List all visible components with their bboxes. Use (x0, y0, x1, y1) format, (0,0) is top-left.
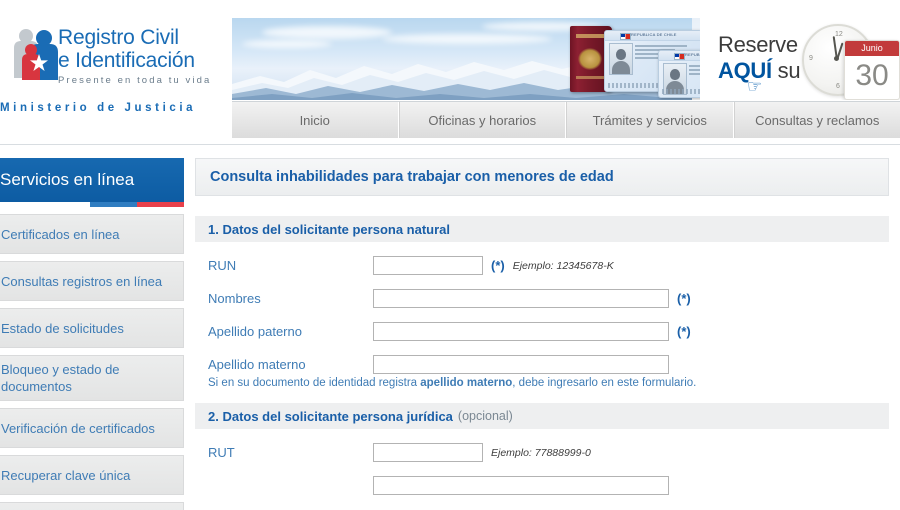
apellido-materno-note: Si en su documento de identidad registra… (195, 377, 889, 389)
page-title-bar: Consulta inhabilidades para trabajar con… (195, 158, 889, 196)
hero-banner[interactable]: REPUBLICA DE CHILE REPUBLICA DE CHILE (232, 18, 900, 100)
label-apellido-paterno: Apellido paterno (208, 324, 302, 339)
rut-example-text: Ejemplo: 77888999-0 (491, 446, 591, 459)
note-prefix: Si en su documento de identidad registra (208, 377, 421, 389)
sidebar-item-verificacion-de-certificados[interactable]: Verificación de certificados (0, 408, 184, 448)
label-rut: RUT (208, 445, 235, 460)
reserve-aqui-text: AQUÍ (718, 58, 772, 83)
nombres-required-mark: (*) (677, 291, 691, 306)
sidebar-accent-bar (0, 202, 184, 207)
sidebar-item-estado-de-solicitudes[interactable]: Estado de solicitudes (0, 308, 184, 348)
nav-tab-tramites-y-servicios[interactable]: Trámites y servicios (566, 102, 734, 138)
chile-flag-icon (620, 33, 631, 40)
main-content: Consulta inhabilidades para trabajar con… (195, 158, 889, 495)
calendar-month-label: Junio (845, 41, 899, 56)
form-row-apellido-paterno: Apellido paterno (*) (195, 322, 889, 341)
page-title: Consulta inhabilidades para trabajar con… (210, 169, 614, 185)
nombres-input[interactable] (373, 289, 669, 308)
sidebar-item-activar-clave-unica[interactable]: Activar clave única (0, 502, 184, 510)
apellido-materno-input[interactable] (373, 355, 669, 374)
nav-tab-consultas-y-reclamos[interactable]: Consultas y reclamos (733, 102, 900, 138)
chile-flag-icon-2 (674, 53, 685, 60)
logo-line-1: Registro Civil (58, 26, 179, 49)
note-suffix: , debe ingresarlo en este formulario. (512, 377, 697, 389)
page-root: Registro Civil e Identificación Presente… (0, 0, 900, 510)
sidebar-title: Servicios en línea (0, 158, 184, 202)
run-example-text: Ejemplo: 12345678-K (512, 259, 614, 272)
accent-red (137, 202, 184, 207)
nav-tab-oficinas-y-horarios[interactable]: Oficinas y horarios (398, 102, 566, 138)
note-bold: apellido materno (420, 377, 513, 389)
id-card-country-text: REPUBLICA DE CHILE (631, 32, 677, 37)
apellido-paterno-required-mark: (*) (677, 324, 691, 339)
section-2-optional-tag: (opcional) (457, 409, 513, 423)
clock-tick-9: 9 (809, 55, 813, 62)
clock-tick-6: 6 (836, 83, 840, 90)
apellido-paterno-input[interactable] (373, 322, 669, 341)
rut-input[interactable] (373, 443, 483, 462)
run-input[interactable] (373, 256, 483, 275)
razon-social-input[interactable] (373, 476, 669, 495)
label-run: RUN (208, 258, 237, 273)
form-row-rut: RUT Ejemplo: 77888999-0 (195, 443, 889, 462)
section-header-persona-juridica: 2. Datos del solicitante persona jurídic… (195, 403, 889, 429)
sidebar: Servicios en línea Certificados en línea… (0, 158, 184, 510)
site-header: Registro Civil e Identificación Presente… (0, 0, 900, 145)
pointing-hand-icon: ☞ (747, 77, 763, 96)
reserve-label-line1: Reserve (718, 32, 798, 57)
clock-center-pin (834, 56, 839, 61)
header-divider (0, 144, 900, 145)
id-card-photo (609, 43, 633, 75)
sidebar-item-recuperar-clave-unica[interactable]: Recuperar clave única (0, 455, 184, 495)
sidebar-item-bloqueo-y-estado-de-documentos[interactable]: Bloqueo y estado de documentos (0, 355, 184, 401)
calendar-icon: Junio 30 (844, 40, 900, 100)
run-required-mark: (*) (491, 258, 505, 273)
sidebar-item-consultas-registros-en-linea[interactable]: Consultas registros en línea (0, 261, 184, 301)
logo-line-2: e Identificación (58, 49, 195, 72)
label-nombres: Nombres (208, 291, 261, 306)
form-row-apellido-materno: Apellido materno (195, 355, 889, 374)
label-apellido-materno: Apellido materno (208, 357, 306, 372)
section-header-persona-natural: 1. Datos del solicitante persona natural (195, 216, 889, 242)
reserve-appointment-promo[interactable]: Reserve AQUÍ su hora ☞ 12 3 6 9 Junio 30 (700, 18, 900, 100)
logo-wordmark: Registro Civil e Identificación Presente… (58, 26, 233, 86)
form-row-nombres: Nombres (*) (195, 289, 889, 308)
section-1-title: 1. Datos del solicitante persona natural (208, 221, 451, 237)
main-navigation: Inicio Oficinas y horarios Trámites y se… (232, 101, 900, 138)
logo-tagline: Presente en toda tu vida (58, 75, 212, 86)
section-2-title: 2. Datos del solicitante persona jurídic… (208, 408, 453, 424)
id-card-header-bar: REPUBLICA DE CHILE (605, 31, 701, 41)
clock-tick-12: 12 (835, 31, 843, 38)
accent-blue (90, 202, 137, 207)
form-row-razon-social (195, 476, 889, 495)
form-row-run: RUN (*) Ejemplo: 12345678-K (195, 256, 889, 275)
ministry-label: Ministerio de Justicia (0, 102, 197, 114)
calendar-day-number: 30 (855, 59, 889, 92)
sidebar-item-certificados-en-linea[interactable]: Certificados en línea (0, 214, 184, 254)
nav-tab-inicio[interactable]: Inicio (232, 102, 399, 138)
